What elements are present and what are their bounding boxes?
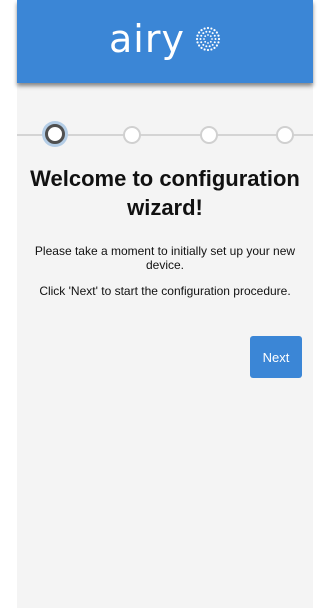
step-indicator-3 (200, 126, 218, 144)
sunburst-dot (200, 29, 203, 32)
sunburst-dot (209, 35, 212, 38)
logo-text: airy (109, 16, 185, 61)
app-header: airy (17, 0, 313, 83)
sunburst-dot (202, 32, 205, 35)
sunburst-dot (213, 34, 216, 37)
sunburst-dot (206, 26, 210, 30)
intro-text: Please take a moment to initially set up… (34, 244, 296, 272)
wizard-description: Please take a moment to initially set up… (27, 244, 303, 310)
sunburst-dot (205, 30, 208, 33)
sunburst-dot (204, 40, 207, 43)
sunburst-dot (207, 42, 209, 44)
sunburst-dot (214, 38, 217, 40)
sunburst-dot (197, 31, 201, 34)
sunburst-dot (204, 35, 207, 38)
sunburst-dot (210, 27, 213, 30)
sunburst-dot (213, 29, 216, 32)
sunburst-dot (213, 46, 216, 49)
sunburst-dot (213, 41, 216, 44)
sunburst-dot (211, 32, 214, 35)
sunburst-dot (200, 41, 203, 44)
step-progress (17, 124, 313, 145)
sunburst-dot (196, 41, 199, 44)
step-indicator-2 (123, 126, 141, 144)
sunburst-dot (205, 45, 208, 48)
wizard-page: airy Welcome to configuration wizard! Pl… (0, 0, 313, 610)
sunburst-dot (207, 34, 209, 36)
sunburst-dot (217, 34, 220, 37)
sunburst-dot (206, 48, 210, 52)
sunburst-dot (200, 46, 203, 49)
sunburst-dot (215, 44, 218, 47)
step-indicator-4 (276, 126, 294, 144)
sunburst-dot (202, 43, 205, 46)
sunburst-dot (200, 34, 203, 37)
sunburst-dot (203, 38, 205, 40)
wizard-panel: Welcome to configuration wizard! Please … (17, 83, 313, 608)
wizard-title: Welcome to configuration wizard! (30, 166, 300, 220)
sunburst-dot (195, 37, 199, 41)
sunburst-dot (199, 38, 202, 40)
sunburst-dot (211, 38, 213, 40)
sunburst-dot (210, 48, 213, 51)
sunburst-dot (196, 34, 199, 37)
next-button[interactable]: Next (250, 336, 302, 378)
sunburst-dot (197, 44, 201, 47)
sunburst-dot (215, 31, 218, 34)
sunburst-dots-icon (195, 26, 221, 57)
sunburst-dot (209, 40, 212, 43)
sunburst-dot (208, 45, 211, 48)
airy-logo: airy (17, 0, 313, 83)
sunburst-dot (217, 41, 220, 44)
sunburst-dot (208, 30, 211, 33)
sunburst-dot (211, 43, 214, 46)
step-indicator-1 (45, 124, 65, 144)
sunburst-dot (203, 48, 206, 51)
sunburst-dot (217, 37, 221, 41)
sunburst-dot (203, 27, 206, 30)
instruction-text: Click 'Next' to start the configuration … (39, 284, 291, 298)
